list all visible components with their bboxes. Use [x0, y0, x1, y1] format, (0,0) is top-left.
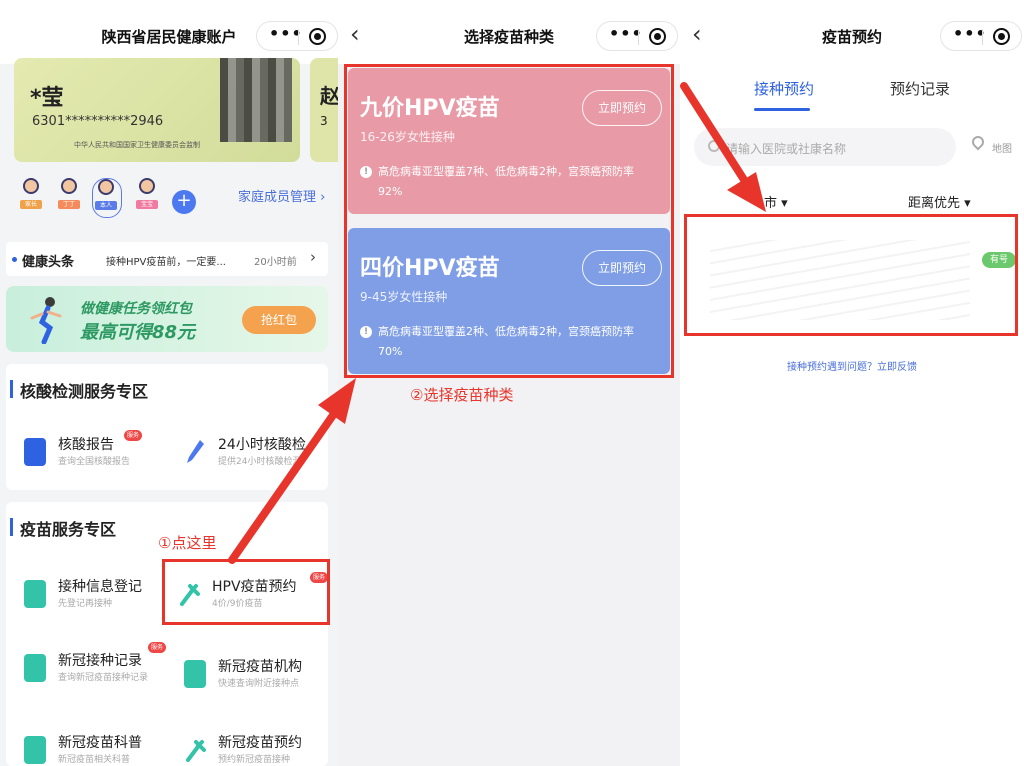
service-name: 24小时核酸检: [218, 437, 306, 453]
service-covid-science[interactable]: 新冠疫苗科普 新冠疫苗相关科普: [16, 728, 166, 766]
family-avatar-selected[interactable]: 本人: [92, 178, 122, 218]
tab-appointment[interactable]: 接种预约: [754, 78, 814, 99]
news-label: 健康头条: [22, 255, 75, 270]
record-icon: [24, 654, 46, 682]
mini-program-capsule[interactable]: •••: [256, 21, 338, 51]
nav-bar: ‹ 疫苗预约 •••: [680, 0, 1024, 64]
service-name: 新冠接种记录: [58, 653, 142, 669]
service-badge: 服务: [124, 430, 142, 441]
avatar-label: 宝宝: [136, 200, 158, 209]
avatar-label: 家长: [20, 200, 42, 209]
search-icon: [708, 140, 720, 152]
avatar-label: 本人: [95, 201, 117, 210]
service-name: 新冠疫苗预约: [218, 735, 302, 751]
vaccine-type-panel: ‹ 选择疫苗种类 ••• 九价HPV疫苗 16-26岁女性接种 ! 高危病毒亚型…: [338, 0, 680, 766]
card-holder-name: *莹: [30, 86, 64, 111]
avatar-label: 丁丁: [58, 200, 80, 209]
service-name: 新冠疫苗科普: [58, 735, 142, 751]
hpv-highlight-box: [162, 559, 330, 625]
banner-line2: 最高可得88元: [80, 322, 196, 343]
health-account-panel: 陕西省居民健康账户 ••• *莹 6301**********2946 中华人民…: [0, 0, 338, 766]
add-member-button[interactable]: +: [172, 190, 196, 214]
news-headline: 接种HPV疫苗前，一定要...: [106, 257, 226, 268]
service-covid-records[interactable]: 新冠接种记录 查询新冠疫苗接种记录 服务: [16, 642, 166, 694]
family-avatar[interactable]: 家长: [18, 178, 44, 218]
registration-icon: [24, 580, 46, 608]
peek-card-name: 赵: [320, 84, 338, 108]
service-nucleic-report[interactable]: 核酸报告 查询全国核酸报告 服务: [16, 430, 166, 478]
card-id-number: 6301**********2946: [32, 114, 164, 129]
service-vaccine-registration[interactable]: 接种信息登记 先登记再接种: [16, 572, 166, 620]
family-avatar[interactable]: 宝宝: [134, 178, 160, 218]
service-name: 接种信息登记: [58, 579, 142, 595]
health-news-bar[interactable]: 健康头条 接种HPV疫苗前，一定要... 20小时前 ›: [6, 242, 328, 276]
service-sub: 提供24小时核酸检测: [218, 457, 302, 467]
grab-red-packet-button[interactable]: 抢红包: [242, 306, 316, 334]
banner-line1: 做健康任务领红包: [80, 301, 192, 317]
city-filter[interactable]: 市 ▾: [764, 192, 788, 211]
close-app-icon[interactable]: [309, 28, 326, 45]
family-avatar[interactable]: 丁丁: [56, 178, 82, 218]
map-label: 地图: [992, 144, 1012, 155]
active-tab-indicator: [754, 108, 810, 111]
avatar-icon: [98, 179, 114, 195]
service-badge: 服务: [148, 642, 166, 653]
step1-annotation: ①点这里: [158, 534, 217, 552]
red-packet-banner[interactable]: 做健康任务领红包 最高可得88元 抢红包: [6, 286, 328, 352]
runner-icon: [30, 297, 62, 344]
peek-card-num: 3: [320, 114, 328, 128]
service-covid-appointment[interactable]: 新冠疫苗预约 预约新冠疫苗接种: [176, 728, 326, 766]
mini-program-capsule[interactable]: •••: [940, 21, 1022, 51]
family-members: 家长 丁丁 本人 宝宝 + 家庭成员管理 ›: [14, 172, 334, 222]
service-covid-institutions[interactable]: 新冠疫苗机构 快速查询附近接种点: [176, 652, 326, 700]
service-name: 新冠疫苗机构: [218, 659, 302, 675]
service-sub: 查询新冠疫苗接种记录: [58, 673, 149, 683]
avatar-icon: [23, 178, 39, 194]
location-pin-icon: [969, 133, 987, 151]
service-name: 核酸报告: [58, 437, 114, 453]
qr-code-icon[interactable]: [220, 58, 292, 142]
vaccine-appointment-panel: ‹ 疫苗预约 ••• 接种预约 预约记录 请输入医院或社康名称 地图 市 ▾ 距…: [680, 0, 1024, 766]
nucleic-service-section: 核酸检测服务专区 核酸报告 查询全国核酸报告 服务 24小时核酸检 提供24小时…: [6, 364, 328, 490]
section-title: 疫苗服务专区: [20, 520, 117, 539]
service-sub: 查询全国核酸报告: [58, 457, 131, 467]
nav-bar: ‹ 选择疫苗种类 •••: [338, 0, 680, 64]
search-placeholder: 请输入医院或社康名称: [726, 142, 847, 156]
science-icon: [24, 736, 46, 764]
service-sub: 预约新冠疫苗接种: [218, 755, 291, 765]
step2-annotation: ②选择疫苗种类: [410, 386, 514, 404]
close-app-icon[interactable]: [993, 28, 1010, 45]
family-management-link[interactable]: 家庭成员管理 ›: [238, 186, 325, 205]
search-input[interactable]: 请输入医院或社康名称: [694, 128, 956, 166]
result-highlight-box: [684, 214, 1018, 336]
avatar-icon: [61, 178, 77, 194]
avatar-icon: [139, 178, 155, 194]
card-issuer: 中华人民共和国国家卫生健康委员会监制: [74, 141, 200, 149]
institution-icon: [184, 660, 206, 688]
tab-records[interactable]: 预约记录: [890, 78, 950, 99]
mini-program-capsule[interactable]: •••: [596, 21, 678, 51]
map-button[interactable]: 地图: [969, 133, 1020, 160]
service-sub: 先登记再接种: [58, 599, 113, 609]
feedback-link[interactable]: 接种预约遇到问题？立即反馈: [680, 358, 1024, 373]
nav-bar: 陕西省居民健康账户 •••: [0, 0, 338, 64]
health-card[interactable]: *莹 6301**********2946 中华人民共和国国家卫生健康委员会监制: [14, 58, 300, 162]
report-icon: [24, 438, 46, 466]
service-sub: 新冠疫苗相关科普: [58, 755, 131, 765]
service-24h-nucleic[interactable]: 24小时核酸检 提供24小时核酸检测: [176, 430, 326, 478]
sort-filter[interactable]: 距离优先 ▾: [908, 192, 971, 211]
syringe-icon: [186, 740, 206, 762]
vaccine-highlight-box: [344, 64, 674, 378]
next-health-card[interactable]: 赵 3: [310, 58, 338, 162]
test-tube-icon: [187, 440, 204, 463]
news-dot-icon: [12, 257, 17, 262]
chevron-right-icon: ›: [310, 248, 316, 266]
news-time: 20小时前: [254, 257, 297, 268]
section-title: 核酸检测服务专区: [20, 382, 149, 401]
close-app-icon[interactable]: [649, 28, 666, 45]
service-sub: 快速查询附近接种点: [218, 679, 300, 689]
